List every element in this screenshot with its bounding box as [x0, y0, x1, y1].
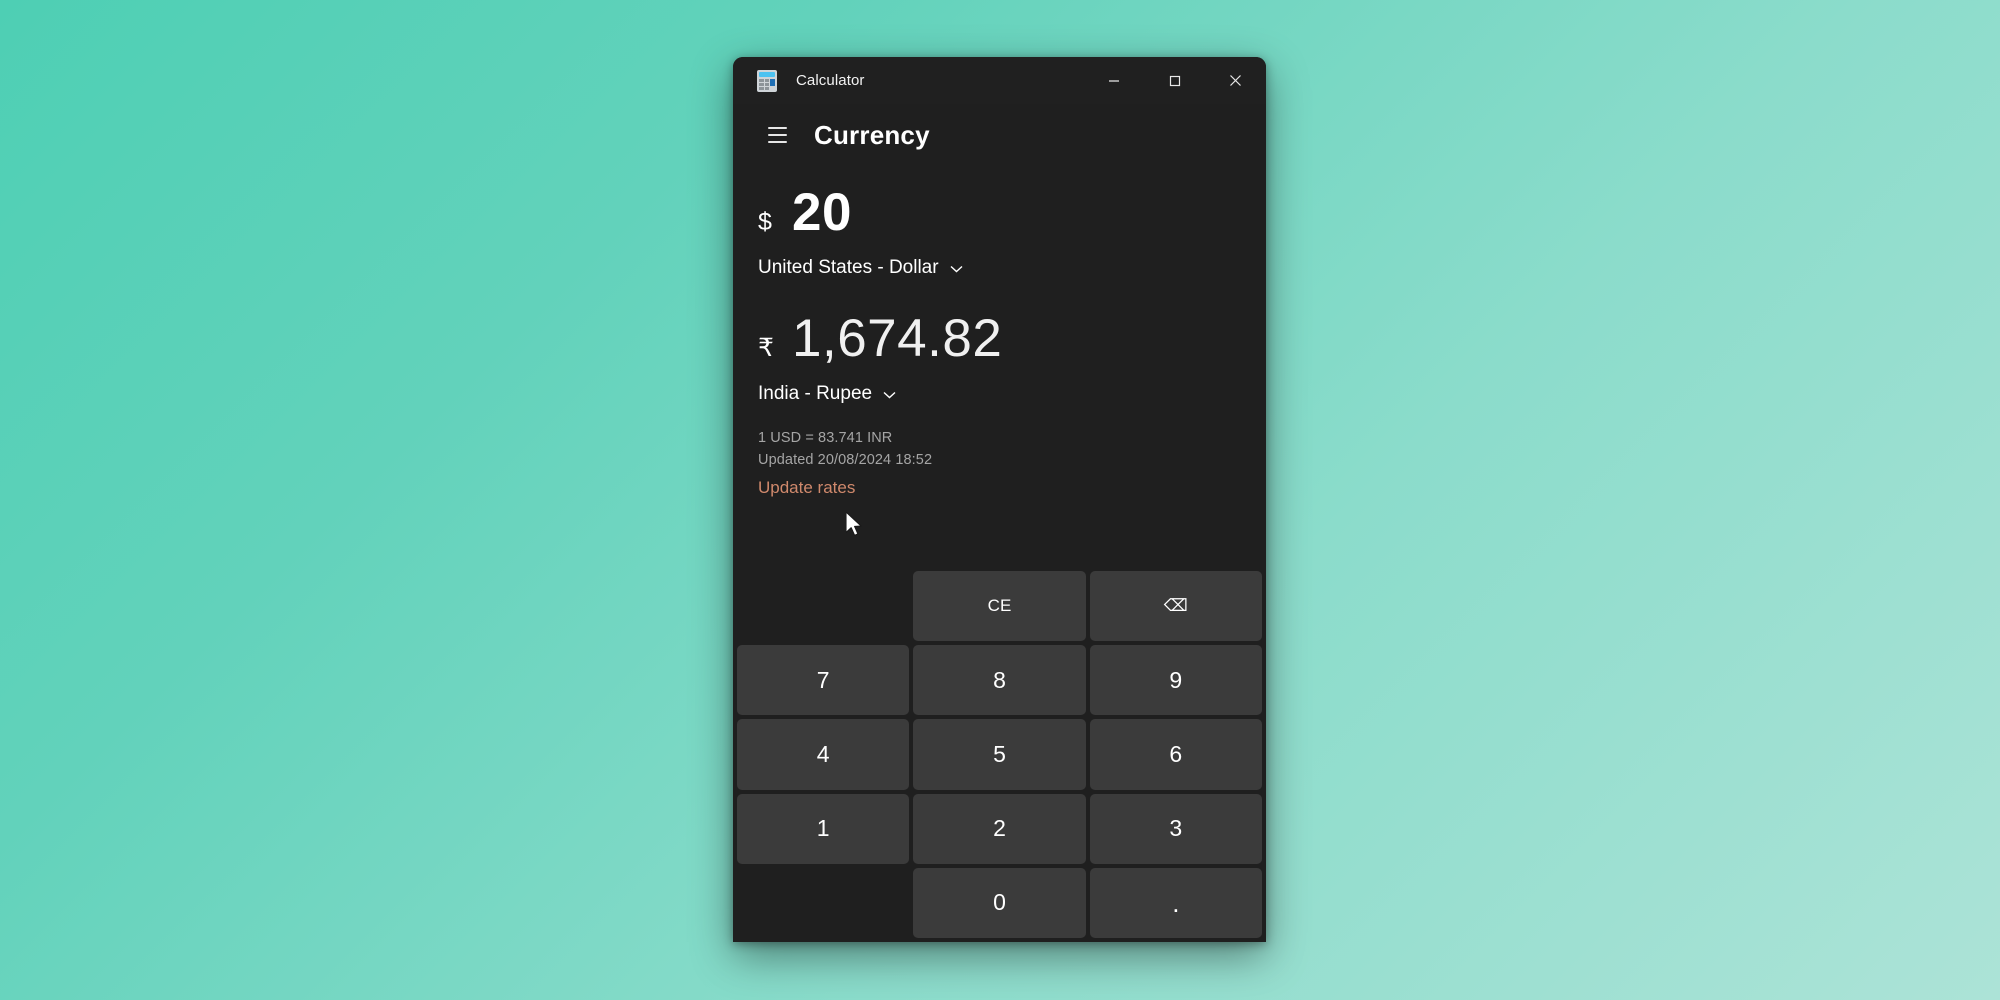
to-currency-selector[interactable]: India - Rupee	[758, 380, 896, 408]
close-button[interactable]	[1205, 57, 1266, 104]
key-1[interactable]: 1	[737, 793, 910, 864]
keypad: CE ⌫ 7 8 9 4 5 6 1 2 3 0.	[733, 567, 1266, 942]
from-currency-label: United States - Dollar	[758, 257, 939, 278]
close-icon	[1230, 75, 1241, 86]
from-currency-block: $ 20 United States - Dollar	[758, 182, 1266, 282]
chevron-down-icon	[883, 391, 896, 399]
maximize-icon	[1169, 75, 1180, 86]
key-3[interactable]: 3	[1089, 793, 1262, 864]
update-rates-link[interactable]: Update rates	[758, 478, 855, 498]
from-amount-row[interactable]: $ 20	[758, 182, 1266, 248]
calculator-icon	[757, 69, 777, 92]
from-currency-symbol: $	[758, 208, 772, 236]
key-9[interactable]: 9	[1089, 645, 1262, 716]
key-6[interactable]: 6	[1089, 719, 1262, 790]
rate-info: 1 USD = 83.741 INR Updated 20/08/2024 18…	[733, 428, 1266, 498]
page-header: Currency	[733, 104, 1266, 166]
key-5[interactable]: 5	[913, 719, 1086, 790]
to-currency-label: India - Rupee	[758, 383, 873, 404]
key-decimal-point[interactable]: .	[1089, 867, 1262, 938]
window-title: Calculator	[796, 72, 865, 89]
conversion-area: $ 20 United States - Dollar ₹ 1,674.82 I…	[733, 166, 1266, 408]
key-blank-top-left	[737, 571, 909, 641]
hamburger-menu-icon[interactable]	[758, 116, 796, 154]
key-blank-bottom-left	[737, 868, 909, 938]
key-0[interactable]: 0	[913, 867, 1086, 938]
to-amount-value: 1,674.82	[792, 309, 1003, 368]
last-updated-text: Updated 20/08/2024 18:52	[758, 451, 933, 468]
minimize-button[interactable]	[1083, 57, 1144, 104]
calculator-window: Calculator Currency $ 20 United States -…	[733, 57, 1266, 942]
key-7[interactable]: 7	[737, 645, 910, 716]
key-4[interactable]: 4	[737, 719, 910, 790]
from-currency-selector[interactable]: United States - Dollar	[758, 254, 963, 282]
backspace-icon[interactable]: ⌫	[1089, 571, 1262, 642]
to-currency-block: ₹ 1,674.82 India - Rupee	[758, 308, 1266, 408]
maximize-button[interactable]	[1144, 57, 1205, 104]
exchange-rate-text: 1 USD = 83.741 INR	[758, 430, 893, 446]
to-amount-row[interactable]: ₹ 1,674.82	[758, 308, 1266, 374]
title-bar: Calculator	[733, 57, 1266, 104]
key-2[interactable]: 2	[913, 793, 1086, 864]
window-controls	[1083, 57, 1266, 104]
from-amount-value: 20	[792, 183, 852, 242]
chevron-down-icon	[950, 265, 963, 273]
minimize-icon	[1108, 79, 1119, 82]
page-title: Currency	[814, 119, 930, 150]
to-currency-symbol: ₹	[758, 334, 774, 362]
key-clear-entry[interactable]: CE	[913, 571, 1086, 642]
key-8[interactable]: 8	[913, 645, 1086, 716]
